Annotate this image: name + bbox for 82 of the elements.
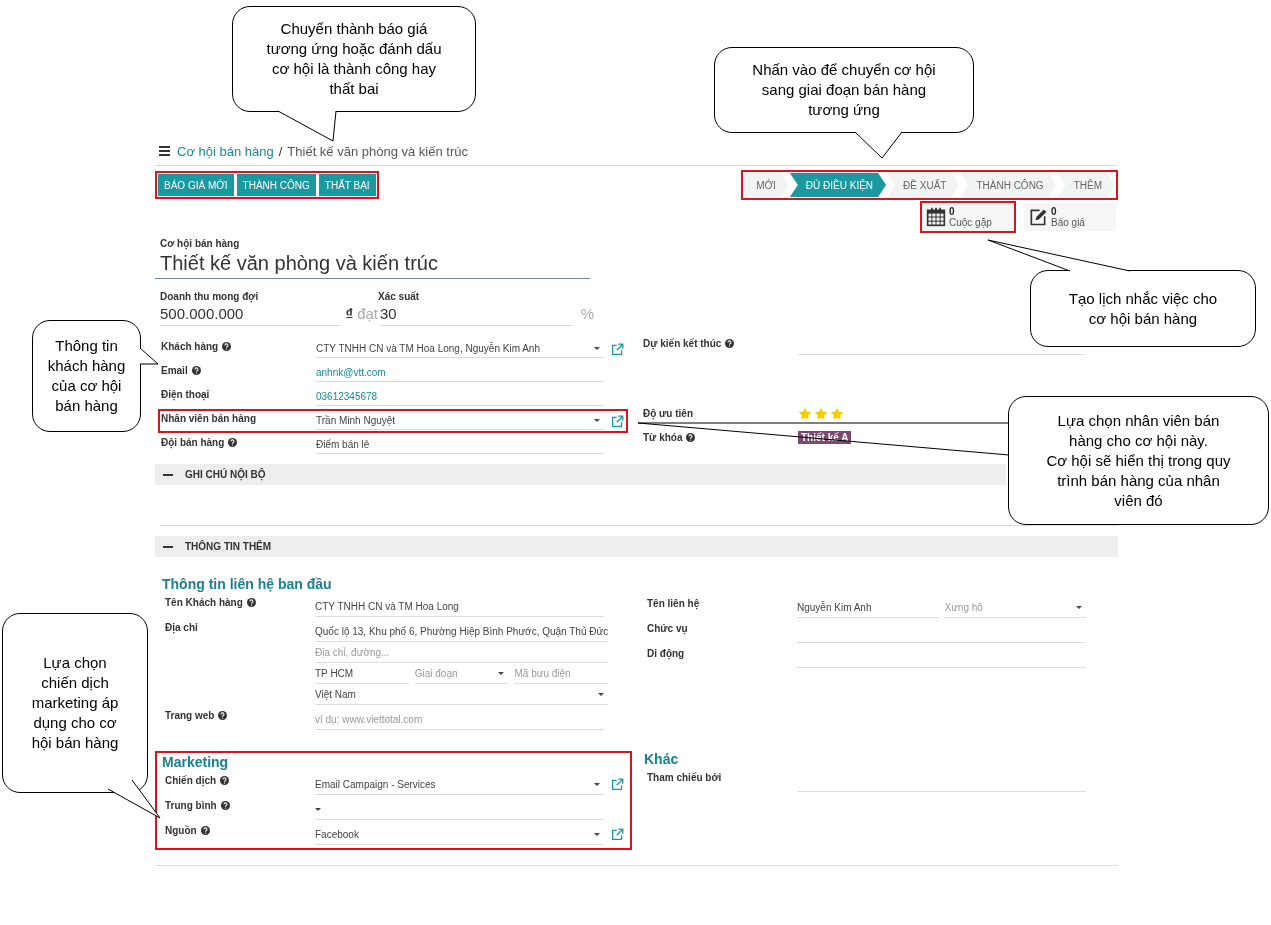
- input-field[interactable]: Facebook: [315, 824, 604, 845]
- input-field[interactable]: Email Campaign - Services: [315, 774, 604, 795]
- smart-button[interactable]: 0 Cuộc gặp: [922, 203, 1014, 231]
- star-icon[interactable]: [798, 407, 812, 421]
- smart-button[interactable]: 0 Báo giá: [1024, 203, 1116, 231]
- help-icon[interactable]: [220, 801, 230, 810]
- breadcrumb-link[interactable]: Cơ hội bán hàng: [177, 143, 274, 159]
- tooltip-pointer: [854, 131, 903, 159]
- field-label: Tham chiếu bởi: [647, 772, 722, 783]
- field-label: Trung bình: [165, 800, 217, 811]
- help-icon[interactable]: [200, 826, 210, 835]
- help-icon[interactable]: [228, 438, 238, 447]
- field-label: Trang web: [165, 710, 215, 721]
- field-label: Chức vụ: [647, 623, 688, 634]
- external-link-icon[interactable]: [611, 828, 624, 841]
- field-label: Cơ hội bán hàng: [159, 238, 241, 249]
- probability-field[interactable]: 30: [380, 302, 573, 326]
- field-label: Từ khóa: [643, 432, 683, 443]
- field-label: Email: [161, 365, 188, 376]
- breadcrumb-current: Thiết kế văn phòng và kiến trúc: [287, 143, 468, 159]
- input-field[interactable]: Việt Nam: [315, 684, 609, 705]
- currency-symbol: ₫: [345, 305, 354, 322]
- input-field[interactable]: CTY TNHH CN và TM Hoa Long: [315, 596, 604, 617]
- tooltip-pointer: [139, 347, 159, 365]
- group-heading: Khác: [643, 751, 680, 767]
- field-label: Điện thoại: [161, 389, 210, 400]
- help-icon[interactable]: [222, 342, 232, 351]
- field-label: Tên liên hệ: [647, 598, 700, 609]
- tooltip-pointer: [277, 110, 337, 142]
- field-label: Dự kiến kết thúc: [643, 338, 722, 349]
- help-icon[interactable]: [686, 433, 696, 442]
- field-label: Xác suất: [378, 291, 421, 302]
- section-header[interactable]: GHI CHÚ NỘI BỘ: [155, 464, 1006, 485]
- help-icon[interactable]: [218, 711, 228, 720]
- field-label: Độ ưu tiên: [643, 408, 693, 419]
- field-label: Nguồn: [165, 825, 197, 836]
- annotation-tooltip: Thông tin khách hàng của cơ hội bán hàng: [32, 320, 141, 432]
- external-link-icon[interactable]: [611, 778, 624, 791]
- field-label: Nhân viên bán hàng: [161, 413, 256, 424]
- field-label: Tên Khách hàng: [165, 597, 243, 608]
- input-field[interactable]: TP HCM: [315, 663, 409, 684]
- input-field[interactable]: CTY TNHH CN và TM Hoa Long, Nguyễn Kim Anh: [316, 340, 604, 358]
- connector-text: đạt: [357, 305, 378, 322]
- help-icon[interactable]: [725, 339, 735, 348]
- percent-sign: %: [580, 305, 594, 322]
- external-link-icon[interactable]: [611, 414, 624, 428]
- calendar-icon: [926, 207, 946, 227]
- field-label: Chiến dịch: [165, 775, 217, 786]
- help-icon[interactable]: [191, 366, 201, 375]
- field-label: Di động: [647, 648, 685, 659]
- external-link-icon[interactable]: [611, 342, 624, 356]
- section-header[interactable]: THÔNG TIN THÊM: [155, 536, 1118, 557]
- revenue-field[interactable]: 500.000.000: [160, 302, 342, 326]
- input-field[interactable]: Trần Minh Nguyệt: [316, 412, 604, 430]
- field-label: Khách hàng: [161, 341, 219, 352]
- stage-tab[interactable]: ĐỀ XUẤT: [887, 173, 960, 197]
- help-icon[interactable]: [220, 776, 230, 785]
- group-heading: Marketing: [161, 754, 230, 770]
- title-field[interactable]: Thiết kế văn phòng và kiến trúc: [155, 249, 590, 279]
- input-field[interactable]: Nguyễn Kim Anh: [797, 597, 939, 618]
- input-field[interactable]: 03612345678: [316, 388, 604, 406]
- stage-tab[interactable]: MỚI: [744, 173, 789, 197]
- tooltip-pointer: [107, 779, 161, 819]
- field-label: Địa chỉ: [165, 622, 198, 633]
- stage-tab[interactable]: THÀNH CÔNG: [960, 173, 1057, 197]
- group-heading: Thông tin liên hệ ban đầu: [161, 576, 333, 592]
- priority-stars[interactable]: [798, 407, 844, 421]
- star-icon[interactable]: [830, 407, 844, 421]
- tag[interactable]: Thiết kế A: [798, 431, 852, 444]
- annotation-tooltip: Lựa chọn chiến dịch marketing áp dụng cho cơ hội bán hàng: [2, 613, 148, 793]
- menu-icon[interactable]: [159, 146, 170, 156]
- stage-tab[interactable]: THÊM: [1057, 173, 1115, 197]
- edit-icon: [1028, 207, 1048, 227]
- input-field[interactable]: anhnk@vtt.com: [316, 364, 604, 382]
- annotation-tooltip: Lựa chọn nhân viên bán hàng cho cơ hội này. Cơ hội sẽ hiển thị trong quy trình bán hàng của nhân viên đó: [1008, 396, 1269, 525]
- field-label: Đội bán hàng: [161, 437, 225, 448]
- star-icon[interactable]: [814, 407, 828, 421]
- input-field[interactable]: Quốc lộ 13, Khu phố 6, Phường Hiệp Bình Phước, Quận Thủ Đức: [315, 621, 609, 642]
- input-field[interactable]: Điểm bán lẻ: [316, 436, 604, 454]
- help-icon[interactable]: [246, 598, 256, 607]
- breadcrumb-separator: /: [278, 143, 283, 159]
- field-label: Doanh thu mong đợi: [160, 291, 260, 302]
